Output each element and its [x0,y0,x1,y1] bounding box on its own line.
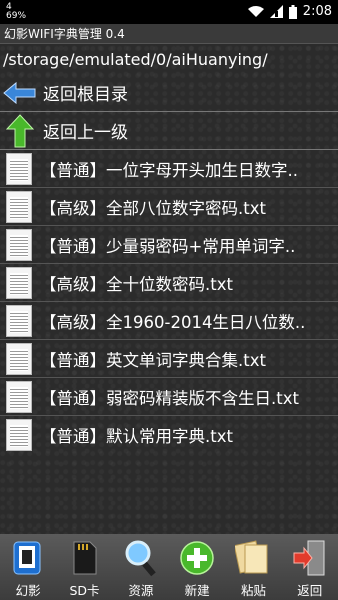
up-one-level-label: 返回上一级 [43,123,128,143]
left-arrow-icon [3,81,36,104]
resources-button[interactable]: 资源 [113,534,169,600]
document-icon [6,419,32,451]
new-button[interactable]: 新建 [169,534,225,600]
up-one-level-row[interactable]: 返回上一级 [0,112,338,150]
up-arrow-icon [5,113,35,147]
file-name: 【高级】全1960-2014生日八位数.. [40,312,306,332]
sd-card-label: SD卡 [69,583,100,598]
magnifier-icon [121,538,161,578]
file-name: 【高级】全十位数密码.txt [40,274,233,294]
file-item[interactable]: 【普通】英文单词字典合集.txt [0,340,338,378]
plus-icon [177,538,217,578]
file-item[interactable]: 【普通】弱密码精装版不含生日.txt [0,378,338,416]
document-icon [6,342,32,375]
wifi-icon [247,5,264,17]
phantom-label: 幻影 [15,583,41,598]
file-name: 【普通】英文单词字典合集.txt [40,350,266,370]
file-item[interactable]: 【高级】全1960-2014生日八位数.. [0,302,338,340]
file-name: 【普通】少量弱密码+常用单词字.. [40,236,296,256]
back-button[interactable]: 返回 [282,534,338,600]
document-icon [6,152,32,185]
status-right: 2:08 [247,4,332,19]
status-left: 4 69% [6,3,26,21]
battery-icon [288,4,297,19]
file-name: 【普通】一位字母开头加生日数字.. [40,160,298,180]
paste-label: 粘贴 [240,583,266,598]
sd-card-button[interactable]: SD卡 [56,534,112,600]
file-item[interactable]: 【高级】全部八位数字密码.txt [0,188,338,226]
status-bar: 4 69% 2:08 [0,0,338,24]
document-icon [6,266,32,299]
file-name: 【普通】默认常用字典.txt [40,427,233,446]
back-to-root-label: 返回根目录 [43,85,128,105]
file-item[interactable]: 【高级】全十位数密码.txt [0,264,338,302]
resources-label: 资源 [128,583,154,598]
file-name: 【高级】全部八位数字密码.txt [40,198,266,218]
file-item[interactable]: 【普通】一位字母开头加生日数字.. [0,150,338,188]
document-icon [6,190,32,223]
document-icon [6,304,32,337]
file-item[interactable]: 【普通】默认常用字典.txt [0,416,338,454]
new-label: 新建 [184,583,210,598]
app-title: 幻影WIFI字典管理 0.4 [0,24,338,44]
phone-icon [8,538,48,578]
phantom-button[interactable]: 幻影 [0,534,56,600]
sd-card-icon [64,538,104,578]
back-to-root-row[interactable]: 返回根目录 [0,74,338,112]
file-item[interactable]: 【普通】少量弱密码+常用单词字.. [0,226,338,264]
signal-icon [269,5,283,18]
document-icon [6,380,32,413]
clock: 2:08 [302,4,332,19]
paste-button[interactable]: 粘贴 [225,534,281,600]
bottom-toolbar: 幻影 SD卡 资源 新建 粘贴 返回 [0,534,338,600]
battery-percent: 69% [6,11,27,21]
current-path: /storage/emulated/0/aiHuanying/ [3,50,268,69]
back-label: 返回 [297,583,323,598]
paste-icon [233,538,273,578]
document-icon [6,228,32,261]
file-name: 【普通】弱密码精装版不含生日.txt [40,388,299,408]
exit-door-icon [290,538,330,578]
